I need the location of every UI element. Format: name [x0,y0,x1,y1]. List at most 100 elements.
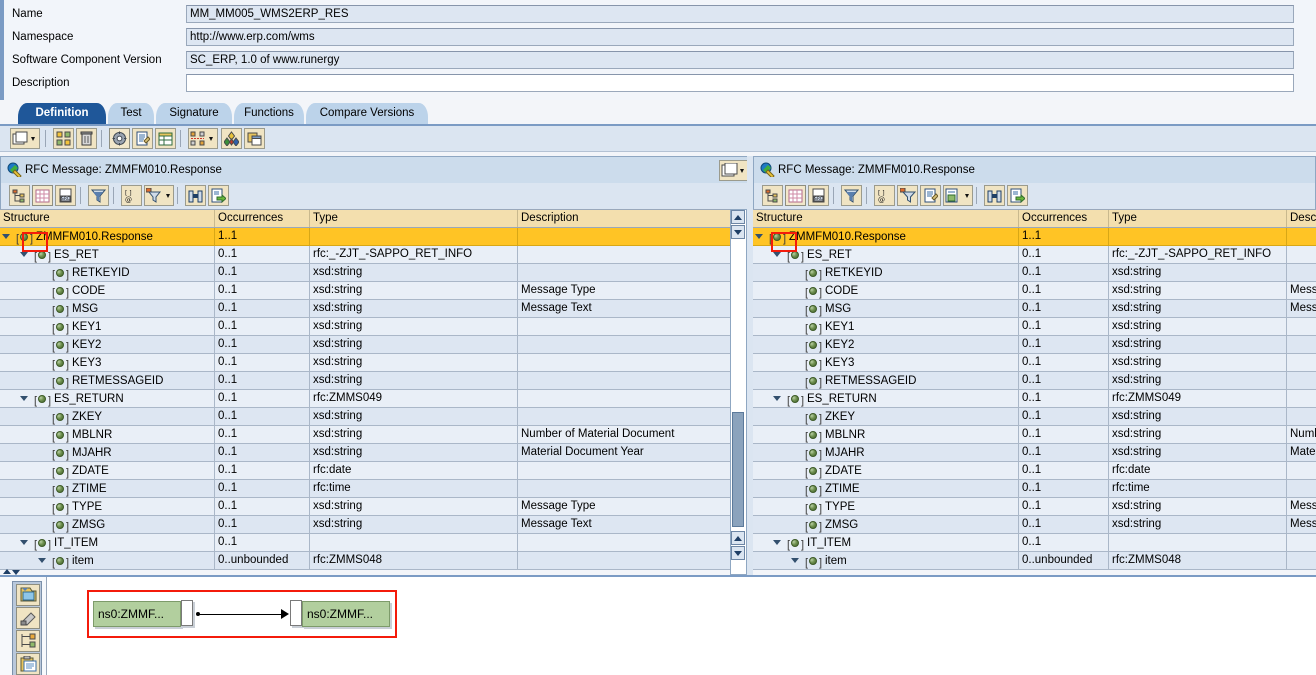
tree-row-structure[interactable]: [] ZKEY [0,408,215,426]
tree-row[interactable]: [] KEY3 0..1 xsd:string [0,354,730,372]
tree-row-structure[interactable]: [] item [753,552,1019,570]
left-scroll-thumb[interactable] [732,412,744,527]
tree-row-structure[interactable]: [] MBLNR [753,426,1019,444]
tree-row-structure[interactable]: [] RETMESSAGEID [0,372,215,390]
tree-row[interactable]: [] ZMMFM010.Response 1..1 [0,228,730,246]
tree-row-structure[interactable]: [] ZTIME [0,480,215,498]
tree-row-structure[interactable]: [] RETKEYID [753,264,1019,282]
expand-collapse-caret-icon[interactable] [773,252,781,257]
new-mapping-icon[interactable] [16,584,40,606]
left-col-occurrences[interactable]: Occurrences [215,210,310,227]
tab-functions[interactable]: Functions [234,103,304,125]
export-icon[interactable] [1007,185,1028,206]
source-xsd-icon[interactable]: SRC [55,185,76,206]
table-grid-icon[interactable] [785,185,806,206]
tree-row-structure[interactable]: [] ZMMFM010.Response [0,228,215,246]
target-node-port[interactable] [290,600,302,626]
tree-row[interactable]: []MSG0..1xsd:stringMessage Text [0,300,730,318]
tree-row-structure[interactable]: [] ZDATE [753,462,1019,480]
tree-row-structure[interactable]: [] ES_RET [753,246,1019,264]
tab-definition[interactable]: Definition [18,103,106,125]
tree-row-structure[interactable]: [] KEY3 [753,354,1019,372]
right-tree-body[interactable]: [] ZMMFM010.Response 1..1[] ES_RET 0..1 rfc:_… [753,228,1316,575]
tree-row[interactable]: [] item 0..unbounded rfc:ZMMS048 [0,552,730,570]
tree-row-structure[interactable]: [] KEY2 [0,336,215,354]
namespace-input[interactable]: http://www.erp.com/wms [186,28,1294,46]
table-view-icon[interactable] [155,128,176,149]
tree-row-structure[interactable]: [] KEY1 [0,318,215,336]
tree-row[interactable]: []MBLNR0..1xsd:stringNumber of Material … [0,426,730,444]
tree-row[interactable]: [] ZKEY 0..1 xsd:string [753,408,1316,426]
tree-row-structure[interactable]: [] CODE [753,282,1019,300]
tree-row[interactable]: [] ZTIME 0..1 rfc:time [753,480,1316,498]
table-grid-icon[interactable] [32,185,53,206]
left-col-type[interactable]: Type [310,210,518,227]
objects-grid-icon[interactable] [53,128,74,149]
find-binoculars-icon[interactable] [185,185,206,206]
namespace-at-icon[interactable]: [ ] @ [874,185,895,206]
left-col-description[interactable]: Description [518,210,730,227]
tree-row-structure[interactable]: [] MBLNR [0,426,215,444]
expand-collapse-caret-icon[interactable] [2,234,10,239]
left-scroll-down-button-upper[interactable] [731,225,745,239]
export-icon[interactable] [208,185,229,206]
expand-collapse-caret-icon[interactable] [20,540,28,545]
dependency-graph-icon[interactable] [188,128,218,149]
tree-row[interactable]: []MJAHR0..1xsd:stringMaterial Document Y… [753,444,1316,462]
tree-row[interactable]: []TYPE0..1xsd:stringMessage Type [0,498,730,516]
tree-row-structure[interactable]: [] ZKEY [753,408,1019,426]
tree-row-structure[interactable]: [] TYPE [753,498,1019,516]
window-copy-icon[interactable] [244,128,265,149]
tree-row[interactable]: [] RETKEYID 0..1 xsd:string [753,264,1316,282]
tree-row-structure[interactable]: [] ZDATE [0,462,215,480]
expand-collapse-caret-icon[interactable] [773,540,781,545]
tree-row[interactable]: []ZMSG0..1xsd:stringMessage Text [0,516,730,534]
tree-row-structure[interactable]: [] item [0,552,215,570]
tree-row[interactable]: [] KEY3 0..1 xsd:string [753,354,1316,372]
tree-row-structure[interactable]: [] KEY3 [0,354,215,372]
expand-collapse-caret-icon[interactable] [773,396,781,401]
tree-row[interactable]: [] ZKEY 0..1 xsd:string [0,408,730,426]
tab-compare-versions[interactable]: Compare Versions [306,103,428,125]
delete-trash-icon[interactable] [76,128,97,149]
left-tree-vscrollbar[interactable] [730,209,747,575]
tree-row-structure[interactable]: [] RETKEYID [0,264,215,282]
tree-row[interactable]: [] ZDATE 0..1 rfc:date [753,462,1316,480]
tree-row[interactable]: [] ES_RETURN 0..1 rfc:ZMMS049 [753,390,1316,408]
tree-row-structure[interactable]: [] ZMSG [0,516,215,534]
left-col-structure[interactable]: Structure [0,210,215,227]
tree-row-structure[interactable]: [] ZMMFM010.Response [753,228,1019,246]
mapping-colors-icon[interactable] [221,128,242,149]
tree-row[interactable]: []CODE0..1xsd:stringMessage Type [0,282,730,300]
mapping-canvas[interactable]: ns0:ZMMF... ns0:ZMMF... [46,577,1316,675]
tree-row[interactable]: []MBLNR0..1xsd:stringNumber of Material … [753,426,1316,444]
expand-collapse-caret-icon[interactable] [38,558,46,563]
software-component-version-input[interactable]: SC_ERP, 1.0 of www.runergy [186,51,1294,69]
expand-collapse-caret-icon[interactable] [791,558,799,563]
tree-row[interactable]: [] ZDATE 0..1 rfc:date [0,462,730,480]
tree-scroll-arrows[interactable] [0,567,20,579]
tree-row[interactable]: [] ES_RET 0..1 rfc:_-ZJT_-SAPPO_RET_INFO [0,246,730,264]
paste-clipboard-icon[interactable] [16,653,40,675]
tree-row-structure[interactable]: [] KEY2 [753,336,1019,354]
find-binoculars-icon[interactable] [984,185,1005,206]
tree-row[interactable]: [] RETKEYID 0..1 xsd:string [0,264,730,282]
tree-row-structure[interactable]: [] MSG [753,300,1019,318]
tree-row-structure[interactable]: [] IT_ITEM [0,534,215,552]
tree-row-structure[interactable]: [] ES_RETURN [0,390,215,408]
filter-funnel-icon[interactable] [841,185,862,206]
tree-row-structure[interactable]: [] ES_RET [0,246,215,264]
expand-collapse-caret-icon[interactable] [20,252,28,257]
filter-funnel-icon[interactable] [88,185,109,206]
document-edit-icon[interactable] [132,128,153,149]
settings-gear-icon[interactable] [109,128,130,149]
right-col-structure[interactable]: Structure [753,210,1019,227]
expand-collapse-caret-icon[interactable] [20,396,28,401]
tree-row-structure[interactable]: [] MJAHR [0,444,215,462]
filter-settings-icon[interactable] [897,185,918,206]
tree-row[interactable]: [] KEY1 0..1 xsd:string [753,318,1316,336]
tree-row[interactable]: [] ZTIME 0..1 rfc:time [0,480,730,498]
mapping-link-line[interactable] [198,614,283,615]
tab-test[interactable]: Test [108,103,154,125]
export-settings-icon[interactable] [943,185,973,206]
